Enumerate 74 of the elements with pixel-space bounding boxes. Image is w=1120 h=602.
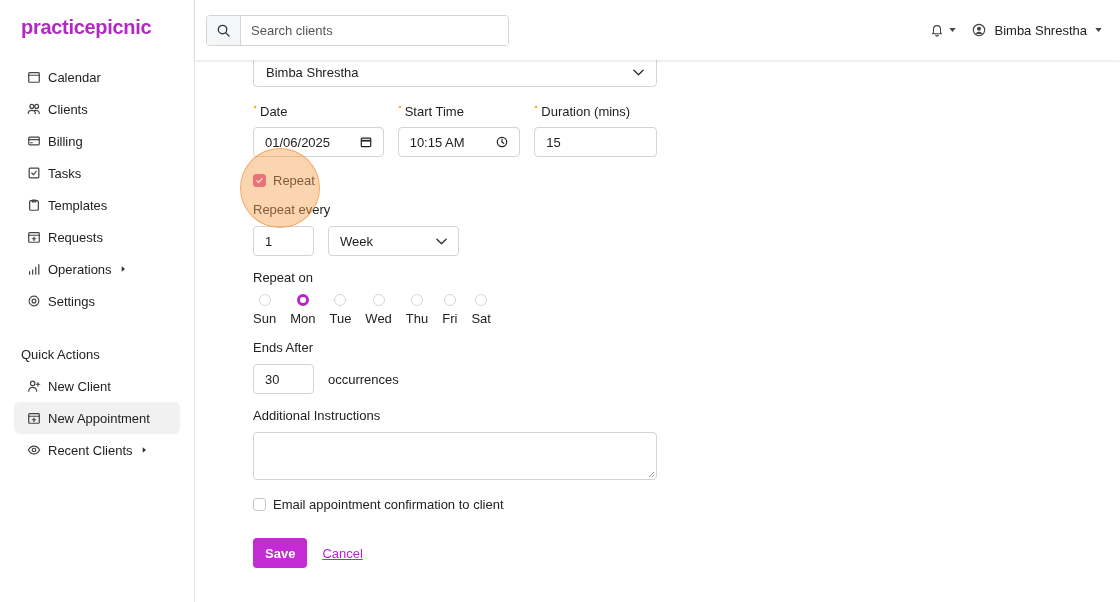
nav-item[interactable]: Settings	[14, 285, 180, 317]
card-icon	[27, 134, 41, 148]
search-field[interactable]: Search clients	[206, 14, 509, 46]
clipboard-icon	[27, 198, 41, 212]
user-menu[interactable]: Bimba Shrestha	[971, 22, 1102, 38]
section-title: Quick Actions	[20, 346, 101, 364]
checkbox[interactable]	[253, 173, 266, 187]
required-mark-icon	[253, 105, 257, 109]
checkbox[interactable]	[253, 497, 266, 511]
calendar-plus-icon	[27, 411, 41, 425]
settings-icon	[27, 294, 41, 308]
field-label: Date	[260, 103, 288, 119]
save-button[interactable]: Save	[253, 538, 308, 568]
number-field[interactable]: 30	[253, 364, 314, 394]
required-mark-icon	[534, 105, 539, 109]
field-label: Repeat on	[253, 270, 313, 286]
date-field[interactable]: 01/06/2025	[253, 127, 384, 157]
search-button[interactable]	[207, 15, 241, 45]
chevron-down-icon	[436, 237, 447, 245]
nav-item[interactable]: Calendar	[14, 61, 180, 93]
calendar-icon	[27, 70, 41, 84]
day-label: Sat	[471, 311, 491, 326]
nav-item[interactable]: Tasks	[14, 157, 180, 189]
caret-down-icon	[948, 28, 956, 32]
field-label: Duration (mins)	[541, 103, 631, 119]
duration-field[interactable]: 15	[534, 127, 657, 157]
day-label: Thu	[405, 311, 429, 326]
required-mark-icon	[397, 105, 402, 109]
person-plus-icon	[27, 379, 41, 393]
nav-item[interactable]: Recent Clients	[14, 434, 180, 466]
nav-item[interactable]: Operations	[14, 253, 180, 285]
nav-item[interactable]: Clients	[14, 93, 180, 125]
bell-icon	[929, 23, 944, 37]
clock-icon	[496, 136, 509, 148]
field-suffix: occurrences	[328, 371, 399, 387]
nav-item[interactable]: Templates	[14, 189, 180, 221]
day-label: Mon	[290, 311, 316, 326]
search-icon	[216, 22, 231, 38]
field-label: Repeat every	[253, 202, 331, 218]
chevron-down-icon	[633, 68, 644, 76]
radio-button[interactable]	[296, 294, 309, 306]
instructions-textarea[interactable]	[253, 432, 657, 480]
caret-right-icon	[120, 266, 125, 272]
nav-item[interactable]: New Appointment	[14, 402, 180, 434]
day-label: Wed	[365, 311, 392, 326]
nav-item[interactable]: Requests	[14, 221, 180, 253]
resize-handle-icon[interactable]	[647, 470, 655, 478]
nav-item[interactable]: New Client	[14, 370, 180, 402]
logo: practicepicnic	[20, 15, 153, 40]
caret-right-icon	[141, 447, 146, 453]
user-avatar-icon	[971, 23, 986, 37]
checkmark-icon	[255, 175, 264, 185]
bar-chart-icon	[27, 262, 41, 276]
checkbox-icon	[27, 166, 41, 180]
people-icon	[27, 102, 41, 116]
client-select[interactable]: Bimba Shrestha	[253, 60, 657, 87]
day-label: Fri	[442, 311, 458, 326]
notifications-button[interactable]	[929, 23, 956, 37]
time-field[interactable]: 10:15 AM	[397, 127, 521, 157]
day-label: Tue	[329, 311, 352, 326]
calendar-plus-icon	[27, 230, 41, 244]
nav-item[interactable]: Billing	[14, 125, 180, 157]
field-label: Start Time	[404, 103, 464, 119]
calendar-icon	[359, 136, 372, 148]
caret-down-icon	[1095, 28, 1102, 32]
number-field[interactable]: 1	[253, 226, 314, 256]
cancel-link[interactable]: Cancel	[322, 545, 363, 561]
eye-icon	[27, 443, 41, 457]
checkbox-label: Email appointment confirmation to client	[273, 496, 504, 512]
field-label: Ends After	[253, 340, 313, 356]
unit-select[interactable]: Week	[328, 226, 459, 256]
checkbox-label: Repeat	[273, 172, 315, 188]
field-label: Additional Instructions	[253, 408, 381, 424]
day-label: Sun	[253, 311, 277, 326]
